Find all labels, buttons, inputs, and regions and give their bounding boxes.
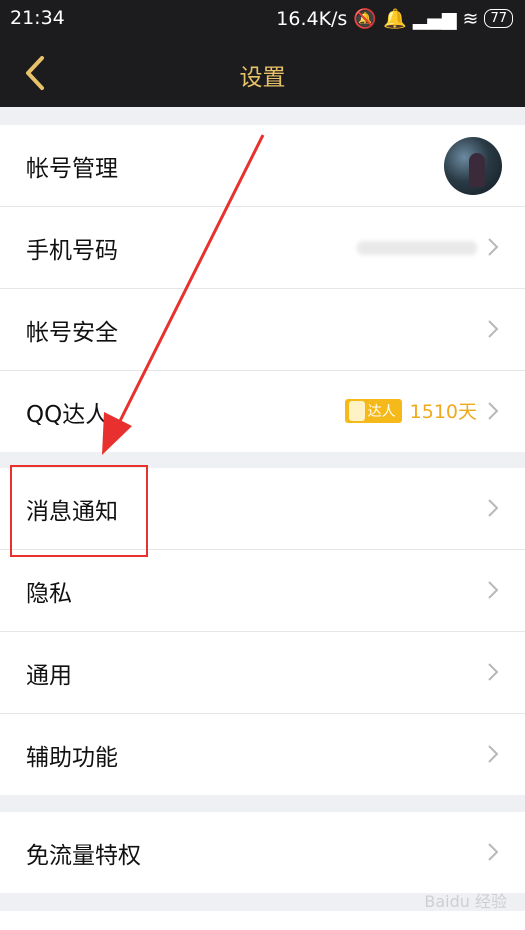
alarm-icon: 🔔 bbox=[383, 8, 407, 30]
row-label: 通用 bbox=[26, 662, 72, 689]
chevron-right-icon bbox=[488, 320, 499, 338]
row-label: 免流量特权 bbox=[26, 842, 141, 869]
next-group-edge bbox=[0, 911, 525, 930]
privilege-group: 免流量特权 bbox=[0, 812, 525, 893]
status-time: 21:34 bbox=[10, 7, 65, 29]
watermark: Baidu 经验 bbox=[424, 892, 507, 911]
wifi-icon: ≋ bbox=[462, 7, 479, 30]
row-label: 帐号管理 bbox=[26, 155, 118, 182]
status-bar: 21:34 16.4K/s 🔕 🔔 ▂▄▆ ≋ 77 bbox=[0, 0, 525, 38]
chevron-right-icon bbox=[488, 843, 499, 861]
row-label: 消息通知 bbox=[26, 498, 118, 525]
privacy-row[interactable]: 隐私 bbox=[0, 550, 525, 632]
account-group: 帐号管理 手机号码 帐号安全 QQ达人 达人 1510天 bbox=[0, 125, 525, 452]
general-row[interactable]: 通用 bbox=[0, 632, 525, 714]
row-label: 帐号安全 bbox=[26, 319, 118, 346]
qq-daren-row[interactable]: QQ达人 达人 1510天 bbox=[0, 371, 525, 452]
row-label: QQ达人 bbox=[26, 401, 109, 428]
avatar bbox=[444, 137, 502, 195]
daren-days: 1510天 bbox=[409, 401, 477, 423]
free-data-privilege-row[interactable]: 免流量特权 bbox=[0, 812, 525, 893]
message-notification-row[interactable]: 消息通知 bbox=[0, 468, 525, 550]
signal-icon: ▂▄▆ bbox=[412, 7, 457, 30]
phone-wing-icon bbox=[348, 400, 365, 421]
chevron-right-icon bbox=[488, 663, 499, 681]
account-security-row[interactable]: 帐号安全 bbox=[0, 289, 525, 371]
page-title: 设置 bbox=[239, 65, 286, 91]
phone-number-row[interactable]: 手机号码 bbox=[0, 207, 525, 289]
row-label: 辅助功能 bbox=[26, 744, 118, 771]
chevron-right-icon bbox=[488, 745, 499, 763]
mute-icon: 🔕 bbox=[353, 8, 378, 30]
chevron-right-icon bbox=[488, 238, 499, 256]
settings-group: 消息通知 隐私 通用 辅助功能 bbox=[0, 468, 525, 795]
status-icons: 16.4K/s 🔕 🔔 ▂▄▆ ≋ 77 bbox=[276, 7, 513, 30]
row-label: 隐私 bbox=[26, 580, 72, 607]
daren-status: 达人 1510天 bbox=[344, 397, 477, 424]
accessibility-row[interactable]: 辅助功能 bbox=[0, 714, 525, 795]
chevron-right-icon bbox=[488, 402, 499, 420]
blurred-phone-value bbox=[357, 241, 477, 255]
battery-icon: 77 bbox=[484, 9, 513, 28]
daren-badge-label: 达人 bbox=[367, 403, 396, 420]
network-speed: 16.4K/s bbox=[276, 7, 348, 30]
chevron-right-icon bbox=[488, 581, 499, 599]
row-label: 手机号码 bbox=[26, 237, 118, 264]
account-management-row[interactable]: 帐号管理 bbox=[0, 125, 525, 207]
nav-bar: 设置 bbox=[0, 38, 525, 107]
chevron-right-icon bbox=[488, 499, 499, 517]
daren-badge: 达人 bbox=[344, 398, 402, 423]
